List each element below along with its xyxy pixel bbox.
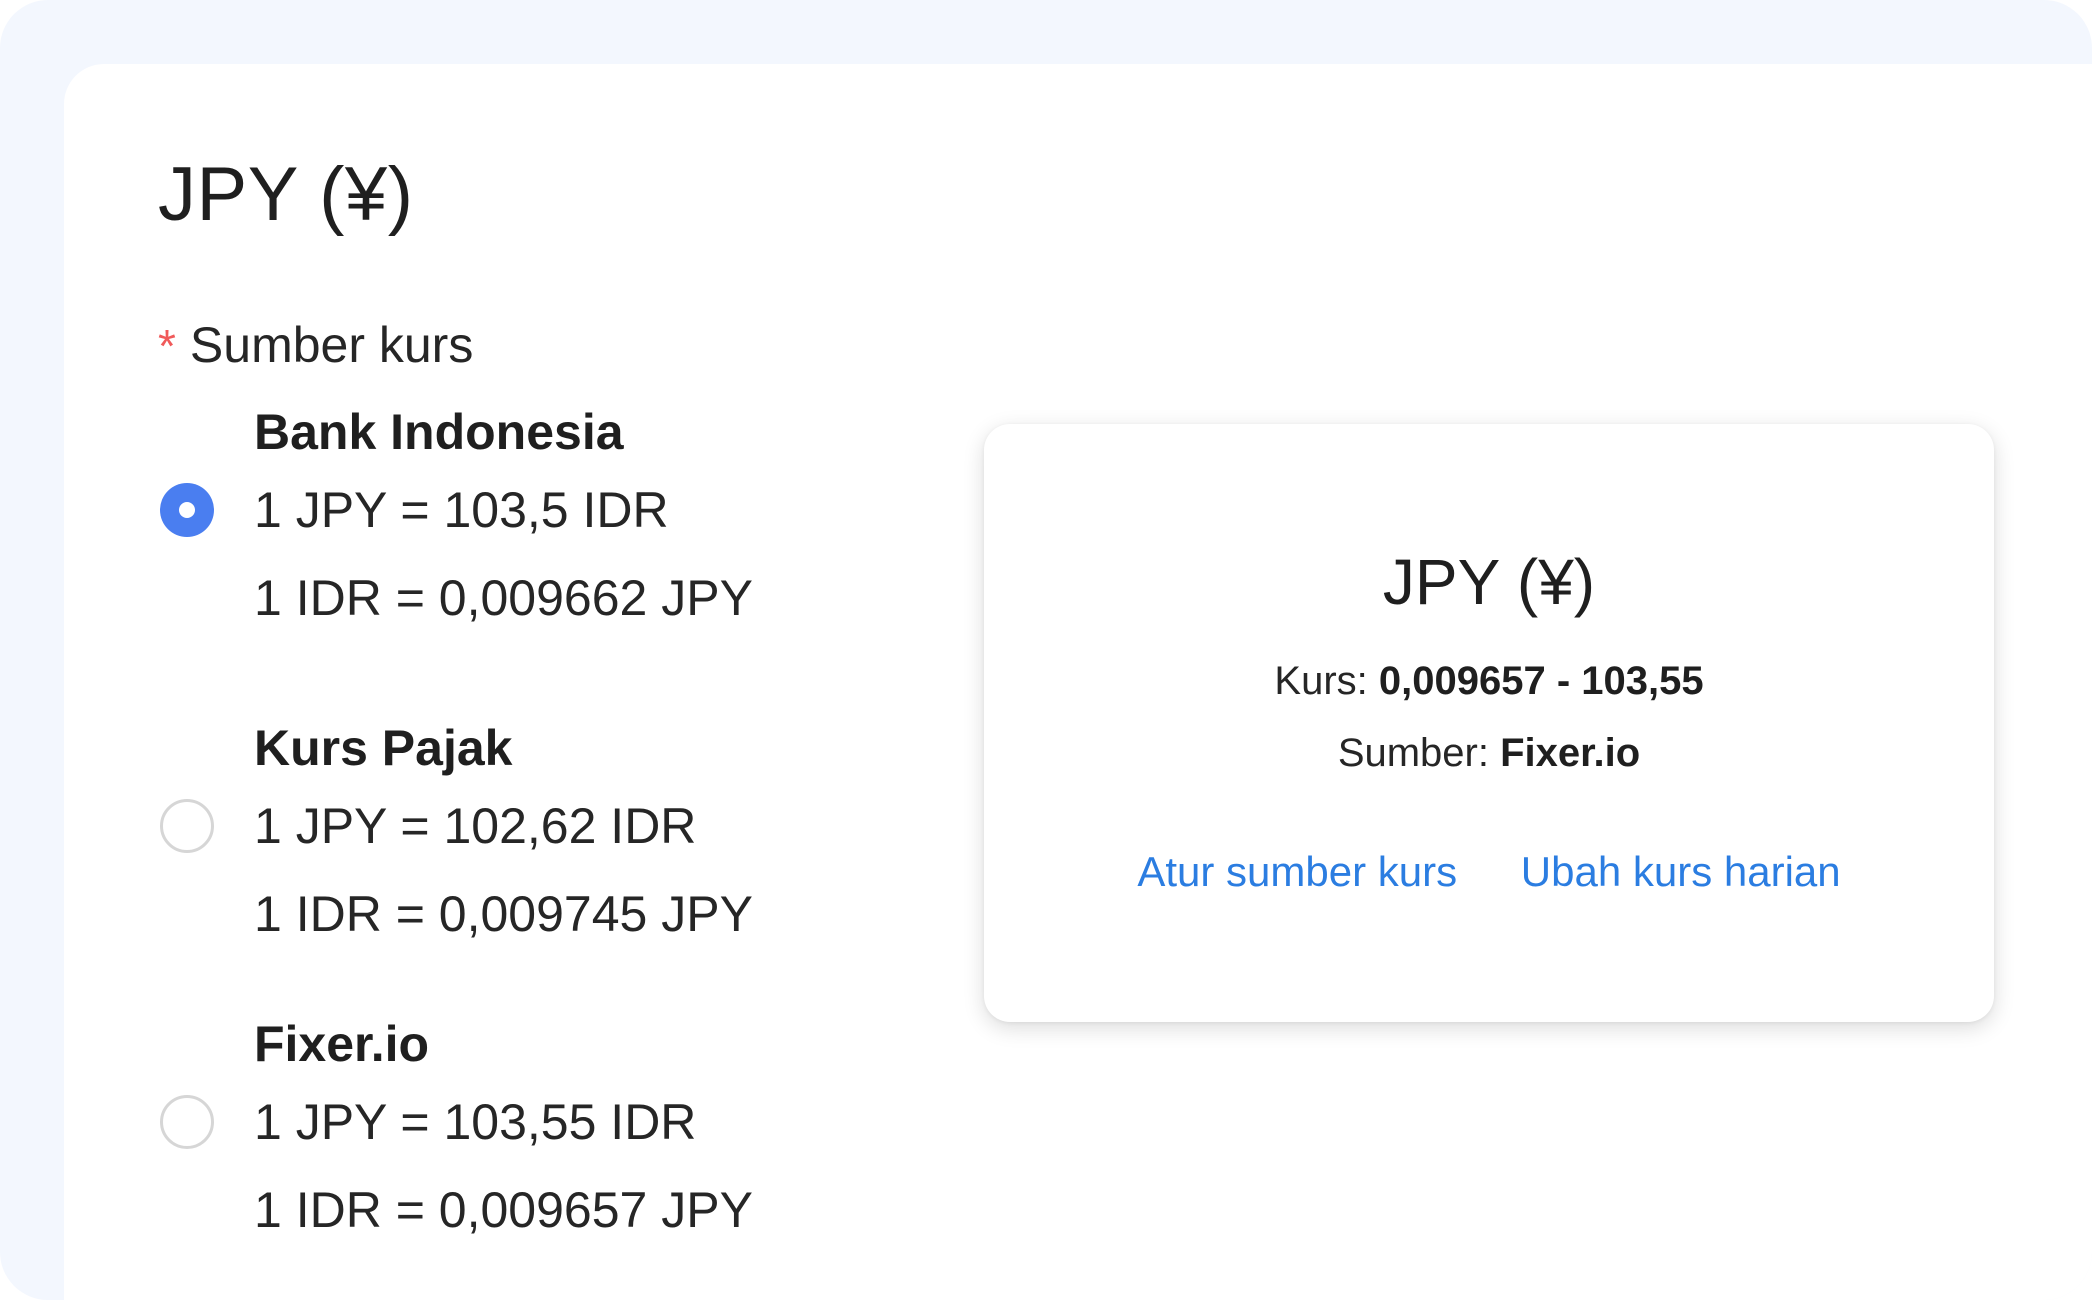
option-rate-line-1: 1 JPY = 102,62 IDR bbox=[254, 798, 697, 854]
option-name: Bank Indonesia bbox=[254, 404, 624, 460]
change-daily-rate-link[interactable]: Ubah kurs harian bbox=[1521, 848, 1841, 895]
option-name: Kurs Pajak bbox=[254, 720, 513, 776]
option-rate-line-2: 1 IDR = 0,009745 JPY bbox=[254, 886, 753, 942]
card-title: JPY (¥) bbox=[1382, 546, 1596, 618]
card-source-label: Sumber: bbox=[1337, 731, 1489, 775]
card-kurs-value: 0,009657 - 103,55 bbox=[1378, 659, 1704, 703]
field-label-text: Sumber kurs bbox=[189, 317, 474, 373]
required-asterisk: * bbox=[158, 320, 176, 372]
option-rate-line-2: 1 IDR = 0,009657 JPY bbox=[254, 1182, 753, 1238]
radio-button-fixer-io[interactable] bbox=[160, 1095, 214, 1149]
rate-info-card: JPY (¥) Kurs: 0,009657 - 103,55 Sumber: … bbox=[984, 424, 1994, 1022]
card-kurs-label: Kurs: bbox=[1274, 659, 1368, 703]
option-rate-line-1: 1 JPY = 103,55 IDR bbox=[254, 1094, 697, 1150]
radio-button-kurs-pajak[interactable] bbox=[160, 799, 214, 853]
option-rate-line-2: 1 IDR = 0,009662 JPY bbox=[254, 570, 753, 626]
option-rate-line-1: 1 JPY = 103,5 IDR bbox=[254, 482, 669, 538]
card-links: Atur sumber kurs Ubah kurs harian bbox=[984, 846, 1994, 898]
option-name: Fixer.io bbox=[254, 1016, 430, 1072]
app-background: JPY (¥) * Sumber kurs Bank Indonesia 1 JP… bbox=[0, 0, 2092, 1300]
card-kurs-line: Kurs: 0,009657 - 103,55 bbox=[984, 656, 1994, 706]
set-exchange-source-link[interactable]: Atur sumber kurs bbox=[1137, 848, 1457, 895]
page-title: JPY (¥) bbox=[158, 152, 414, 237]
card-source-line: Sumber: Fixer.io bbox=[984, 728, 1994, 778]
radio-button-bank-indonesia[interactable] bbox=[160, 483, 214, 537]
exchange-source-field-label: * Sumber kurs bbox=[158, 315, 473, 376]
card-source-value: Fixer.io bbox=[1500, 731, 1641, 775]
